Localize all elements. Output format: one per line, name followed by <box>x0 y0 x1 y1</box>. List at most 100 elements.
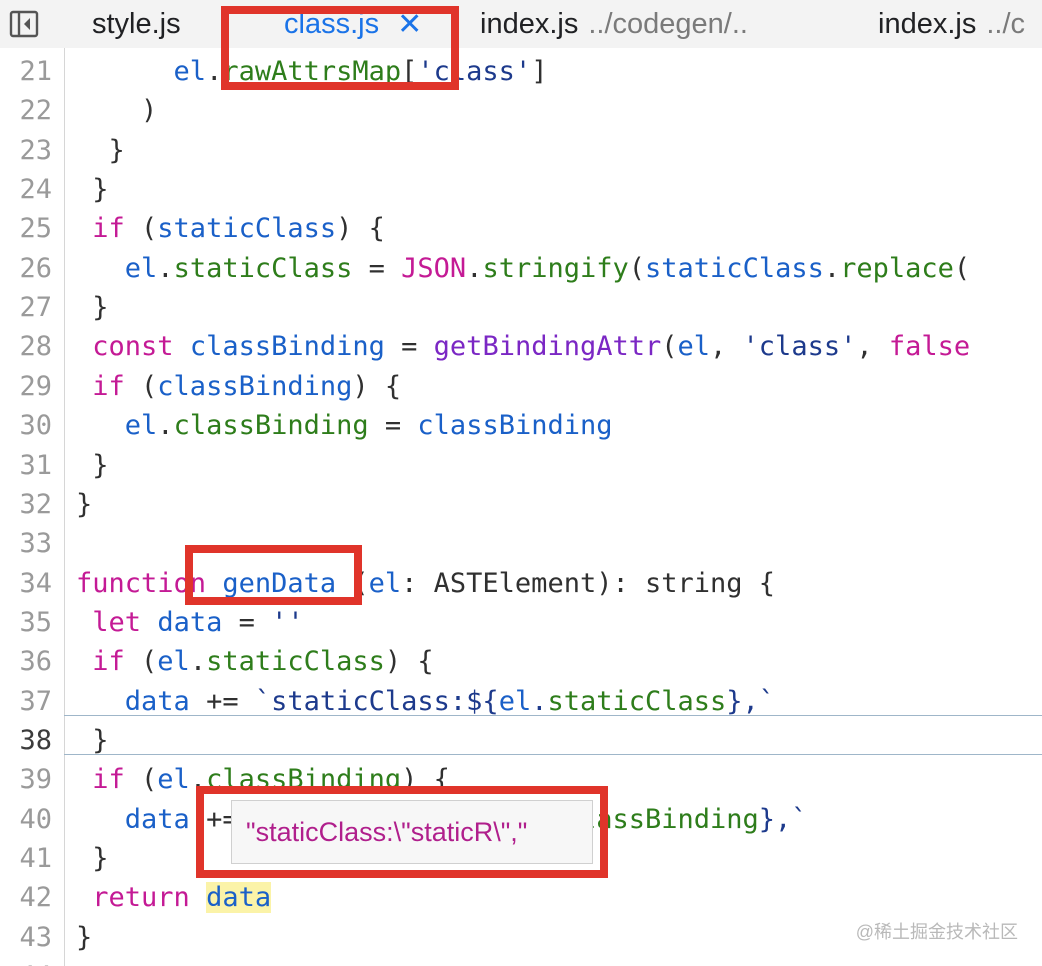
code-line[interactable]: 24 } <box>0 170 1042 209</box>
code-token: data <box>124 685 190 717</box>
code-token: staticClass <box>206 646 385 678</box>
code-line[interactable]: 32} <box>0 485 1042 524</box>
code-line[interactable]: 26 el.staticClass = JSON.stringify(stati… <box>0 249 1042 288</box>
line-number: 35 <box>19 606 52 638</box>
line-number: 22 <box>19 95 52 127</box>
code-token: ) <box>76 95 158 127</box>
code-token: . <box>823 252 841 284</box>
code-token: += <box>189 685 255 717</box>
code-token: ] <box>531 56 548 87</box>
code-token: . <box>531 685 548 717</box>
code-token: el <box>124 252 158 284</box>
code-token: } <box>76 921 93 953</box>
code-line[interactable]: 42 return data <box>0 878 1042 917</box>
code-token: classBinding <box>157 370 353 402</box>
code-token: . <box>157 410 174 442</box>
tab-index-js-codegen[interactable]: index.js ../codegen/.. <box>480 0 748 48</box>
tab-label: index.js <box>480 7 579 40</box>
line-number: 33 <box>19 528 52 560</box>
code-token: return <box>92 882 190 914</box>
code-text: const classBinding = getBindingAttr(el, … <box>76 327 970 366</box>
code-token: el <box>157 646 190 678</box>
line-number: 41 <box>19 843 52 874</box>
code-line[interactable]: 30 el.classBinding = classBinding <box>0 406 1042 445</box>
code-token: if <box>92 646 125 678</box>
code-token: classBinding <box>173 410 369 442</box>
tab-bar: style.js class.js ✕ index.js ../codegen/… <box>0 0 1042 48</box>
code-token: staticClass <box>157 213 337 245</box>
toggle-sidebar-icon[interactable] <box>6 6 42 42</box>
code-token: , <box>710 331 743 363</box>
code-line[interactable]: 34 function genData (el: ASTElement): str… <box>0 564 1042 603</box>
code-token: } <box>76 449 109 481</box>
code-token: stringify <box>482 252 629 284</box>
line-number: 29 <box>19 370 52 402</box>
line-number: 26 <box>19 252 52 284</box>
line-number: 24 <box>19 174 52 206</box>
code-line[interactable]: 23 } <box>0 131 1042 170</box>
code-token: } <box>76 174 109 206</box>
code-token: : ASTElement): string { <box>401 567 776 599</box>
code-line[interactable]: 33 <box>0 524 1042 563</box>
code-token: = <box>368 410 418 442</box>
code-token: false <box>888 331 971 363</box>
code-token: const <box>92 331 174 363</box>
code-line[interactable]: 25 if (staticClass) { <box>0 209 1042 248</box>
code-line[interactable]: 27 } <box>0 288 1042 327</box>
code-token: . <box>157 252 174 284</box>
tab-style-js[interactable]: style.js <box>92 0 181 48</box>
code-line[interactable]: 28 const classBinding = getBindingAttr(e… <box>0 327 1042 366</box>
code-line[interactable]: 44 <box>0 957 1042 966</box>
code-text: } <box>76 721 108 760</box>
code-token: el <box>124 410 158 442</box>
code-text: } <box>76 131 125 170</box>
code-line[interactable]: 29 if (classBinding) { <box>0 367 1042 406</box>
code-token: = <box>352 252 402 284</box>
code-token: '' <box>271 606 304 638</box>
tab-index-js-other[interactable]: index.js ../c <box>878 0 1025 48</box>
code-line[interactable]: 38 } <box>0 721 1042 760</box>
code-line[interactable]: 21 el.rawAttrsMap['class'] <box>0 52 1042 91</box>
annotation-box-gendata <box>185 545 362 605</box>
code-token: JSON <box>401 252 467 284</box>
code-token: getBindingAttr <box>433 331 662 363</box>
tab-path-hint: ../codegen/.. <box>588 7 748 40</box>
code-token: } <box>76 488 93 520</box>
code-token: },` <box>758 803 808 835</box>
code-line[interactable]: 36 if (el.staticClass) { <box>0 642 1042 681</box>
code-token: . <box>466 252 483 284</box>
code-text: if (el.staticClass) { <box>76 642 433 681</box>
code-token: = <box>384 331 434 363</box>
code-token: ( <box>661 331 678 363</box>
code-token: data <box>157 606 223 638</box>
code-line[interactable]: 31 } <box>0 446 1042 485</box>
code-token: classBinding <box>417 410 613 442</box>
code-token: if <box>92 764 125 796</box>
line-number: 40 <box>19 803 52 835</box>
code-token: el <box>368 567 402 599</box>
code-token: el <box>498 685 532 717</box>
code-line[interactable]: 37 data += `staticClass:${el.staticClass… <box>0 682 1042 721</box>
line-number: 37 <box>19 685 52 717</box>
code-line[interactable]: 22 ) <box>0 91 1042 130</box>
line-number: 21 <box>19 56 52 87</box>
code-text: ) <box>76 91 157 130</box>
code-text: el.staticClass = JSON.stringify(staticCl… <box>76 249 970 288</box>
code-text: function genData (el: ASTElement): strin… <box>76 564 775 603</box>
line-number: 31 <box>19 449 52 481</box>
code-text: } <box>76 446 109 485</box>
line-number: 28 <box>19 331 52 363</box>
code-token: ( <box>628 252 646 284</box>
code-token: classBinding <box>189 331 385 363</box>
code-line[interactable]: 35 let data = '' <box>0 603 1042 642</box>
